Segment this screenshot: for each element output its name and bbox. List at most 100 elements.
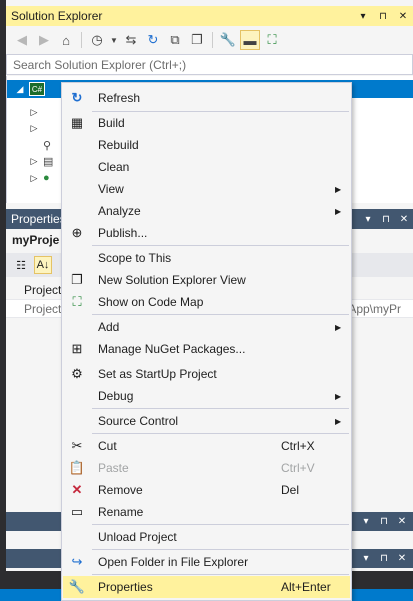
preview-selected-icon[interactable]: ▬ [240, 30, 260, 50]
menu-item-shortcut: Ctrl+X [281, 439, 315, 453]
menu-item-add[interactable]: Add ▶ [63, 316, 350, 338]
search-input[interactable]: Search Solution Explorer (Ctrl+;) [6, 54, 413, 75]
menu-item-rebuild[interactable]: Rebuild [63, 134, 350, 156]
menu-item-label: Add [98, 320, 120, 334]
chevron-down-icon[interactable]: ▼ [109, 30, 119, 50]
csharp-project-icon: C# [29, 82, 45, 96]
menu-item-label: View [98, 182, 124, 196]
close-button[interactable]: ✕ [395, 214, 413, 225]
menu-item-publish[interactable]: ⊕ Publish... [63, 222, 350, 244]
auto-hide-button[interactable]: ⊓ [375, 516, 393, 527]
submenu-arrow-icon: ▶ [335, 391, 342, 401]
expand-arrow-icon[interactable]: ◢ [13, 84, 27, 95]
forward-icon[interactable]: ▶ [34, 30, 54, 50]
categorized-icon[interactable]: ☷ [12, 256, 30, 274]
tree-item[interactable]: ⚲ [41, 137, 59, 153]
sync-icon[interactable]: ⇆ [121, 30, 141, 50]
menu-item-shortcut: Ctrl+V [281, 461, 315, 475]
expand-arrow-icon[interactable]: ▷ [27, 107, 41, 118]
solution-explorer-titlebar[interactable]: Solution Explorer ▾ ⊓ ✕ [6, 6, 413, 26]
menu-item-build[interactable]: ▦ Build [63, 112, 350, 134]
back-icon[interactable]: ◀ [12, 30, 32, 50]
menu-item-open-folder[interactable]: ↪ Open Folder in File Explorer [63, 551, 350, 573]
menu-item-refresh[interactable]: ↻ Refresh [63, 87, 350, 109]
menu-item-scope-to-this[interactable]: Scope to This [63, 247, 350, 269]
menu-item-label: Source Control [98, 414, 179, 428]
property-category-label: Project [24, 282, 62, 297]
file-icon: ▤ [43, 155, 54, 168]
menu-item-remove[interactable]: ✕ Remove Del [63, 479, 350, 501]
menu-item-analyze[interactable]: Analyze ▶ [63, 200, 350, 222]
menu-item-clean[interactable]: Clean [63, 156, 350, 178]
expand-arrow-icon[interactable]: ▷ [27, 123, 41, 134]
menu-item-label: Scope to This [98, 251, 172, 265]
project-context-menu: ↻ Refresh ▦ Build Rebuild Clean View ▶ A… [61, 82, 352, 601]
menu-item-show-on-code-map[interactable]: ⛶ Show on Code Map [63, 291, 350, 313]
globe-icon: ⊕ [71, 225, 83, 240]
open-folder-icon: ↪ [71, 554, 83, 569]
wrench-icon[interactable]: 🔧 [218, 30, 238, 50]
menu-item-view[interactable]: View ▶ [63, 178, 350, 200]
menu-item-source-control[interactable]: Source Control ▶ [63, 410, 350, 432]
menu-item-properties[interactable]: 🔧 Properties Alt+Enter [63, 576, 350, 598]
pending-changes-filter-icon[interactable]: ◷ [87, 30, 107, 50]
menu-separator [92, 314, 349, 315]
submenu-arrow-icon: ▶ [335, 322, 342, 332]
window-position-button[interactable]: ▾ [359, 214, 377, 225]
menu-item-label: Manage NuGet Packages... [98, 342, 246, 356]
menu-item-rename[interactable]: ▭ Rename [63, 501, 350, 523]
build-icon: ▦ [70, 115, 84, 130]
cut-icon: ✂ [71, 438, 83, 453]
menu-item-shortcut: Del [281, 483, 300, 497]
expand-arrow-icon[interactable]: ▷ [27, 156, 41, 167]
menu-item-unload-project[interactable]: Unload Project [63, 526, 350, 548]
alphabetical-icon[interactable]: A↓ [34, 256, 52, 274]
menu-item-label: Analyze [98, 204, 141, 218]
csharp-file-icon: ● [43, 172, 50, 184]
remove-icon: ✕ [71, 482, 83, 497]
auto-hide-button[interactable]: ⊓ [375, 553, 393, 564]
show-all-files-icon[interactable]: ❐ [187, 30, 207, 50]
code-map-icon[interactable]: ⛶ [262, 30, 282, 50]
window-position-button[interactable]: ▾ [353, 11, 373, 22]
menu-item-label: Publish... [98, 226, 148, 240]
nuget-icon: ⊞ [71, 341, 83, 356]
menu-separator [92, 245, 349, 246]
expand-arrow-icon[interactable]: ▷ [27, 173, 41, 184]
home-icon[interactable]: ⌂ [56, 30, 76, 50]
menu-item-label: New Solution Explorer View [98, 273, 246, 287]
collapse-all-icon[interactable]: ⧉ [165, 30, 185, 50]
menu-item-label: Build [98, 116, 125, 130]
auto-hide-button[interactable]: ⊓ [377, 214, 395, 225]
tree-item[interactable]: ▷ [27, 120, 41, 136]
submenu-arrow-icon: ▶ [335, 184, 342, 194]
menu-item-new-solution-explorer-view[interactable]: ❐ New Solution Explorer View [63, 269, 350, 291]
refresh-icon[interactable]: ↻ [143, 30, 163, 50]
menu-item-set-startup[interactable]: ⚙ Set as StartUp Project [63, 363, 350, 385]
menu-item-cut[interactable]: ✂ Cut Ctrl+X [63, 435, 350, 457]
menu-item-label: Show on Code Map [98, 295, 204, 309]
window-position-button[interactable]: ▾ [357, 516, 375, 527]
menu-item-label: Set as StartUp Project [98, 367, 217, 381]
close-button[interactable]: ✕ [393, 553, 411, 564]
paste-icon: 📋 [68, 460, 86, 475]
menu-item-debug[interactable]: Debug ▶ [63, 385, 350, 407]
property-row-label: Project [24, 301, 62, 316]
menu-item-label: Properties [98, 580, 153, 594]
tree-item[interactable]: ▷ ● [27, 170, 59, 186]
auto-hide-button[interactable]: ⊓ [373, 11, 393, 22]
close-button[interactable]: ✕ [393, 11, 413, 22]
menu-separator [92, 574, 349, 575]
menu-separator [92, 408, 349, 409]
toolbar-separator [81, 32, 82, 48]
gear-icon: ⚙ [71, 366, 83, 381]
wrench-icon: 🔧 [68, 579, 86, 594]
menu-item-label: Debug [98, 389, 134, 403]
close-button[interactable]: ✕ [393, 516, 411, 527]
rename-icon: ▭ [70, 504, 84, 519]
tree-item[interactable]: ▷ [27, 104, 41, 120]
menu-item-label: Cut [98, 439, 117, 453]
window-position-button[interactable]: ▾ [357, 553, 375, 564]
menu-item-manage-nuget[interactable]: ⊞ Manage NuGet Packages... [63, 338, 350, 360]
tree-item[interactable]: ▷ ▤ [27, 153, 59, 169]
